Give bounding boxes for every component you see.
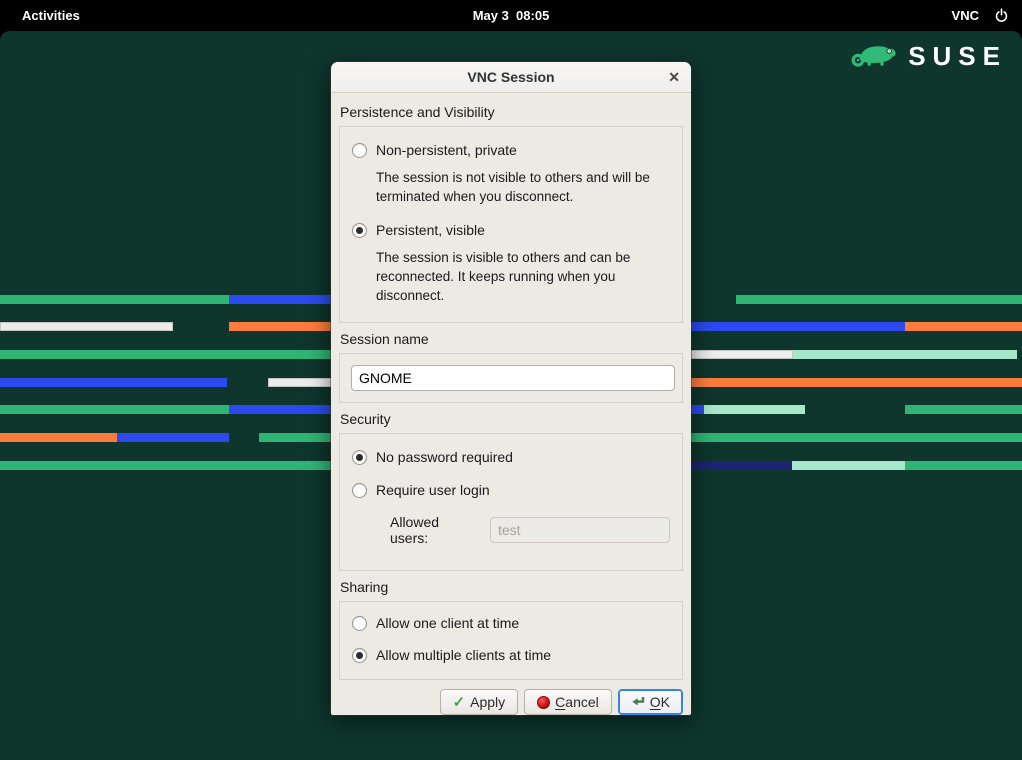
progress-bar-segment bbox=[0, 433, 117, 442]
non-persistent-description: The session is not visible to others and… bbox=[376, 168, 680, 206]
cancel-button-label: Cancel bbox=[555, 694, 599, 710]
radio-label: Persistent, visible bbox=[376, 222, 485, 239]
progress-bar-segment bbox=[736, 295, 1022, 304]
suse-logo-text: SUSE bbox=[908, 43, 1007, 69]
persistent-description: The session is visible to others and can… bbox=[376, 248, 680, 305]
check-icon: ✓ bbox=[453, 695, 466, 710]
progress-bar-segment bbox=[0, 350, 332, 359]
persistence-frame: Non-persistent, private The session is n… bbox=[339, 126, 683, 323]
suse-logo: SUSE bbox=[850, 37, 1007, 74]
vnc-indicator: VNC bbox=[952, 8, 979, 23]
dialog-titlebar[interactable]: VNC Session ✕ bbox=[331, 62, 691, 93]
progress-bar-segment bbox=[905, 405, 1022, 414]
session-name-frame bbox=[339, 353, 683, 403]
security-section-label: Security bbox=[340, 411, 683, 428]
radio-no-password[interactable]: No password required bbox=[352, 449, 670, 466]
progress-bar-segment bbox=[0, 322, 173, 331]
apply-button[interactable]: ✓ Apply bbox=[440, 689, 519, 715]
top-bar: Activities May 3 08:05 VNC bbox=[0, 0, 1022, 31]
radio-label: Allow one client at time bbox=[376, 615, 519, 632]
security-frame: No password required Require user login … bbox=[339, 433, 683, 571]
ok-button[interactable]: OK bbox=[618, 689, 683, 715]
progress-bar-segment bbox=[793, 350, 1017, 359]
activities-button[interactable]: Activities bbox=[22, 0, 80, 31]
dialog-title: VNC Session bbox=[467, 69, 554, 85]
progress-bar-segment bbox=[690, 322, 905, 331]
desktop-background: SUSE VNC Session ✕ Persistence and Visib… bbox=[0, 31, 1022, 760]
progress-bar-segment bbox=[905, 322, 1022, 331]
radio-icon[interactable] bbox=[352, 450, 367, 465]
session-name-section-label: Session name bbox=[340, 331, 683, 348]
progress-bar-segment bbox=[690, 461, 792, 470]
progress-bar-segment bbox=[905, 461, 1022, 470]
progress-bar-segment bbox=[229, 295, 332, 304]
session-name-input[interactable] bbox=[351, 365, 675, 391]
clock-menu[interactable]: May 3 08:05 bbox=[473, 0, 550, 31]
progress-bar-segment bbox=[229, 322, 332, 331]
progress-bar-segment bbox=[690, 378, 1022, 387]
progress-bar-segment bbox=[0, 405, 229, 414]
progress-bar-segment bbox=[0, 295, 229, 304]
progress-bar-segment bbox=[690, 405, 704, 414]
radio-icon[interactable] bbox=[352, 223, 367, 238]
radio-persistent[interactable]: Persistent, visible bbox=[352, 222, 670, 239]
enter-arrow-icon bbox=[631, 696, 645, 708]
dialog-button-row: ✓ Apply Cancel OK bbox=[339, 689, 683, 715]
progress-bar-segment bbox=[792, 461, 905, 470]
apply-button-label: Apply bbox=[470, 694, 505, 710]
progress-bar-segment bbox=[229, 405, 332, 414]
progress-bar-segment bbox=[268, 378, 332, 387]
dialog-body: Persistence and Visibility Non-persisten… bbox=[331, 93, 691, 715]
cancel-button[interactable]: Cancel bbox=[524, 689, 612, 715]
close-icon[interactable]: ✕ bbox=[668, 62, 680, 92]
stop-icon bbox=[537, 696, 550, 709]
allowed-users-label: Allowed users: bbox=[390, 514, 479, 546]
progress-bar-segment bbox=[0, 461, 332, 470]
sharing-section-label: Sharing bbox=[340, 579, 683, 596]
radio-label: No password required bbox=[376, 449, 513, 466]
radio-label: Non-persistent, private bbox=[376, 142, 517, 159]
allowed-users-row: Allowed users: bbox=[390, 514, 670, 546]
radio-label: Allow multiple clients at time bbox=[376, 647, 551, 664]
power-icon bbox=[994, 8, 1009, 23]
progress-bar-segment bbox=[704, 405, 805, 414]
vnc-session-dialog: VNC Session ✕ Persistence and Visibility… bbox=[331, 62, 691, 715]
radio-icon[interactable] bbox=[352, 648, 367, 663]
progress-bar-segment bbox=[690, 350, 793, 359]
progress-bar-segment bbox=[259, 433, 332, 442]
ok-button-label: OK bbox=[650, 694, 670, 710]
persistence-section-label: Persistence and Visibility bbox=[340, 104, 683, 121]
sharing-frame: Allow one client at time Allow multiple … bbox=[339, 601, 683, 680]
radio-non-persistent[interactable]: Non-persistent, private bbox=[352, 142, 670, 159]
progress-bar-segment bbox=[0, 378, 227, 387]
radio-icon[interactable] bbox=[352, 143, 367, 158]
allowed-users-input bbox=[490, 517, 670, 543]
radio-require-login[interactable]: Require user login bbox=[352, 482, 670, 499]
radio-label: Require user login bbox=[376, 482, 490, 499]
progress-bar-segment bbox=[690, 433, 1022, 442]
radio-icon[interactable] bbox=[352, 483, 367, 498]
radio-one-client[interactable]: Allow one client at time bbox=[352, 615, 670, 632]
radio-multiple-clients[interactable]: Allow multiple clients at time bbox=[352, 647, 670, 664]
radio-icon[interactable] bbox=[352, 616, 367, 631]
suse-chameleon-icon bbox=[850, 37, 898, 74]
progress-bar-segment bbox=[117, 433, 229, 442]
system-tray[interactable]: VNC bbox=[952, 0, 1009, 31]
